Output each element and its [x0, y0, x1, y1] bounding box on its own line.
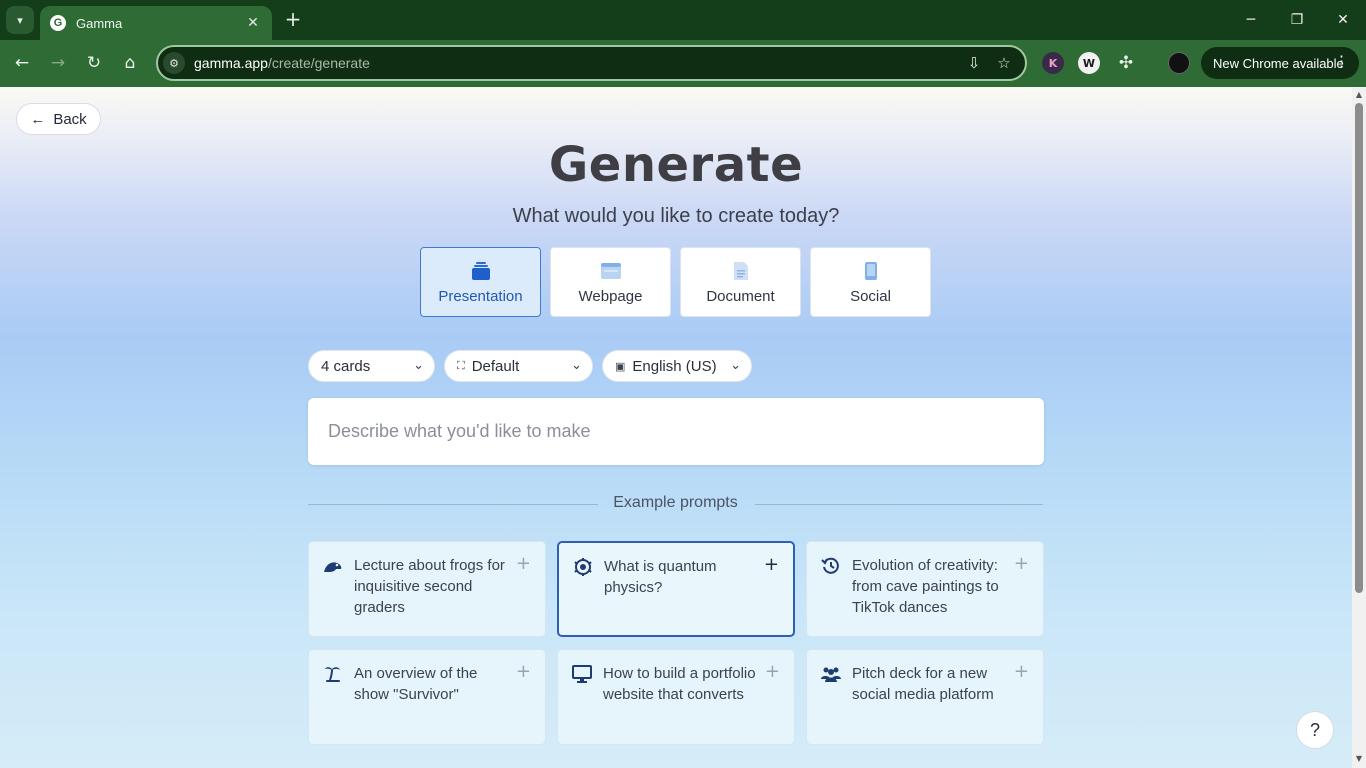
browser-tab-strip: ▾ G Gamma ✕ + ─ ❐ ✕	[0, 0, 1366, 40]
type-social[interactable]: Social	[810, 247, 931, 317]
new-tab-button[interactable]: +	[282, 8, 304, 32]
arrow-left-icon: ←	[30, 110, 46, 128]
minimize-button[interactable]: ─	[1240, 8, 1262, 32]
browser-tab[interactable]: G Gamma ✕	[40, 6, 272, 40]
forward-arrow-icon[interactable]: →	[46, 51, 70, 75]
language-value: English (US)	[632, 357, 717, 375]
site-info-icon[interactable]: ⚙	[163, 52, 185, 74]
update-label: New Chrome available	[1213, 55, 1344, 71]
language-select[interactable]: ▣ English (US) ⌄	[602, 350, 752, 382]
example-prompt-card[interactable]: What is quantum physics? +	[557, 541, 795, 637]
back-button[interactable]: ← Back	[16, 103, 101, 135]
scroll-up-icon[interactable]: ▲	[1354, 90, 1364, 100]
card-count-value: 4 cards	[321, 357, 371, 375]
menu-dots-icon[interactable]: ⋮	[1334, 52, 1349, 70]
chrome-update-button[interactable]: New Chrome available ⋮	[1201, 47, 1359, 79]
page-subtitle: What would you like to create today?	[512, 205, 840, 227]
extension-w-icon[interactable]: W	[1078, 52, 1100, 74]
example-prompt-text: How to build a portfolio website that co…	[603, 665, 756, 703]
type-label: Document	[706, 288, 775, 305]
example-prompt-card[interactable]: Lecture about frogs for inquisitive seco…	[308, 541, 546, 637]
users-icon	[821, 667, 841, 682]
island-icon	[325, 667, 340, 682]
scroll-thumb[interactable]	[1355, 103, 1363, 593]
type-presentation[interactable]: Presentation	[420, 247, 541, 317]
theme-select[interactable]: ⛶ Default ⌄	[444, 350, 593, 382]
type-document[interactable]: Document	[680, 247, 801, 317]
tab-close-icon[interactable]: ✕	[244, 15, 262, 31]
install-app-icon[interactable]: ⇩	[959, 54, 989, 72]
plus-icon[interactable]: +	[1014, 553, 1029, 574]
presentation-icon	[471, 260, 491, 282]
example-prompt-text: Lecture about frogs for inquisitive seco…	[354, 557, 505, 616]
example-prompt-card[interactable]: How to build a portfolio website that co…	[557, 649, 795, 745]
monitor-icon	[572, 665, 592, 683]
prompt-box	[308, 398, 1044, 465]
prompt-input[interactable]	[328, 421, 1008, 442]
language-icon: ▣	[615, 360, 626, 373]
page-viewport: ← Back Generate What would you like to c…	[0, 87, 1352, 768]
frog-icon	[324, 562, 342, 572]
example-prompt-text: Pitch deck for a new social media platfo…	[852, 665, 994, 703]
example-prompt-card[interactable]: Pitch deck for a new social media platfo…	[806, 649, 1044, 745]
extensions-puzzle-icon[interactable]: ✣	[1114, 51, 1138, 75]
type-label: Webpage	[578, 288, 643, 305]
chevron-down-icon: ⌄	[571, 357, 582, 372]
window-close-button[interactable]: ✕	[1332, 8, 1354, 32]
expand-icon: ⛶	[457, 359, 465, 372]
example-prompts-header: Example prompts	[308, 493, 1043, 515]
example-prompt-text: What is quantum physics?	[604, 558, 717, 596]
history-icon	[821, 557, 839, 574]
example-prompts-title: Example prompts	[613, 494, 738, 511]
chevron-down-icon: ⌄	[413, 357, 424, 372]
example-prompt-text: Evolution of creativity: from cave paint…	[852, 557, 999, 616]
example-prompt-card[interactable]: Evolution of creativity: from cave paint…	[806, 541, 1044, 637]
plus-icon[interactable]: +	[516, 553, 531, 574]
plus-icon[interactable]: +	[516, 661, 531, 682]
content-type-selector: Presentation Webpage Document Social	[420, 247, 931, 317]
plus-icon[interactable]: +	[765, 661, 780, 682]
chevron-down-icon: ⌄	[730, 357, 741, 372]
plus-icon[interactable]: +	[764, 554, 779, 575]
document-icon	[733, 260, 749, 282]
back-arrow-icon[interactable]: ←	[10, 51, 34, 75]
scroll-down-icon[interactable]: ▼	[1354, 754, 1364, 764]
home-icon[interactable]: ⌂	[118, 51, 142, 75]
page-scrollbar[interactable]: ▲ ▼	[1352, 87, 1366, 768]
tab-title: Gamma	[76, 15, 123, 31]
bookmark-star-icon[interactable]: ☆	[989, 54, 1019, 72]
gamma-favicon-icon: G	[50, 15, 66, 31]
restore-button[interactable]: ❐	[1286, 8, 1308, 32]
atom-icon	[574, 558, 592, 576]
help-button[interactable]: ?	[1296, 711, 1334, 749]
social-icon	[864, 260, 878, 282]
type-webpage[interactable]: Webpage	[550, 247, 671, 317]
url-text[interactable]: gamma.app/create/generate	[194, 55, 959, 71]
tab-search-button[interactable]: ▾	[6, 6, 34, 34]
back-label: Back	[53, 110, 87, 128]
theme-value: Default	[471, 357, 520, 375]
webpage-icon	[600, 260, 622, 282]
address-bar[interactable]: ⚙ gamma.app/create/generate ⇩ ☆	[156, 45, 1027, 81]
example-prompt-card[interactable]: An overview of the show "Survivor" +	[308, 649, 546, 745]
card-count-select[interactable]: 4 cards ⌄	[308, 350, 435, 382]
example-prompt-text: An overview of the show "Survivor"	[354, 665, 478, 703]
profile-avatar[interactable]	[1168, 52, 1190, 74]
type-label: Presentation	[438, 288, 523, 305]
extension-k-icon[interactable]: K	[1042, 52, 1064, 74]
browser-toolbar: ← → ↻ ⌂ ⚙ gamma.app/create/generate ⇩ ☆ …	[0, 40, 1366, 87]
plus-icon[interactable]: +	[1014, 661, 1029, 682]
type-label: Social	[850, 288, 891, 305]
page-title: Generate	[548, 137, 804, 193]
reload-icon[interactable]: ↻	[82, 51, 106, 75]
